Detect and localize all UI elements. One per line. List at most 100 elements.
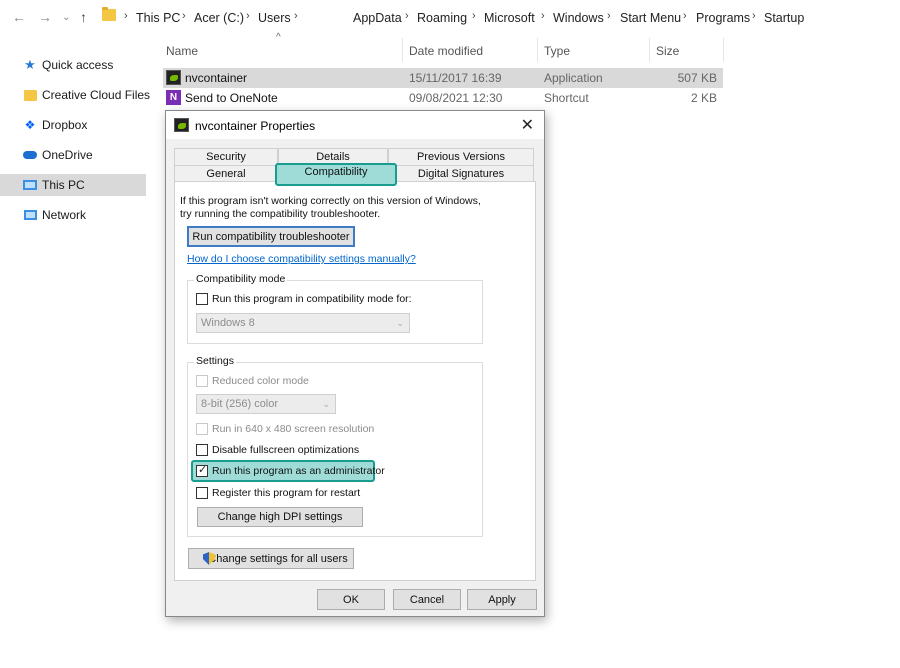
breadcrumb-roaming[interactable]: Roaming xyxy=(417,11,467,25)
select-value: 8-bit (256) color xyxy=(201,398,279,410)
color-depth-select[interactable]: 8-bit (256) color ⌄ xyxy=(196,394,336,414)
forward-arrow-icon[interactable]: → xyxy=(38,9,52,25)
breadcrumb-acer-c[interactable]: Acer (C:) xyxy=(194,11,244,25)
sidebar-item-this-pc[interactable]: This PC xyxy=(0,174,146,196)
sidebar-item-label: Dropbox xyxy=(42,118,88,132)
intro-text: If this program isn't working correctly … xyxy=(180,195,481,207)
column-divider[interactable] xyxy=(537,38,538,62)
tab-previous-versions[interactable]: Previous Versions xyxy=(388,148,534,165)
breadcrumb-startup[interactable]: Startup xyxy=(764,11,804,25)
register-restart-checkbox[interactable] xyxy=(196,487,208,499)
file-type: Shortcut xyxy=(544,91,589,105)
star-icon: ★ xyxy=(24,57,36,72)
close-icon[interactable]: ✕ xyxy=(521,115,534,135)
tab-general[interactable]: General xyxy=(174,165,278,182)
chevron-right-icon: › xyxy=(607,10,611,22)
file-name: Send to OneNote xyxy=(185,91,278,105)
run-troubleshooter-button[interactable]: Run compatibility troubleshooter xyxy=(187,226,355,247)
breadcrumb-appdata[interactable]: AppData xyxy=(353,11,402,25)
folder-icon xyxy=(102,7,116,21)
file-size: 507 KB xyxy=(677,71,717,85)
sidebar-item-dropbox[interactable]: ❖ Dropbox xyxy=(0,114,146,136)
file-date: 15/11/2017 16:39 xyxy=(409,71,502,85)
intro-text: try running the compatibility troublesho… xyxy=(180,208,381,220)
run-as-admin-checkbox[interactable] xyxy=(196,463,208,477)
column-header-size[interactable]: Size xyxy=(656,44,679,58)
breadcrumb-start-menu[interactable]: Start Menu xyxy=(620,11,681,25)
compatibility-mode-group: Compatibility mode Run this program in c… xyxy=(187,273,483,344)
properties-dialog: nvcontainer Properties ✕ Security Detail… xyxy=(165,110,545,617)
change-all-users-button[interactable]: Change settings for all users xyxy=(188,548,354,569)
chevron-right-icon: › xyxy=(405,10,409,22)
address-bar: ← → ⌄ ↑ › This PC › Acer (C:) › Users › … xyxy=(0,0,900,36)
onenote-icon: N xyxy=(166,90,181,105)
checkbox-label: Disable fullscreen optimizations xyxy=(212,444,360,456)
disable-fullscreen-checkbox[interactable] xyxy=(196,444,208,456)
dialog-title: nvcontainer Properties xyxy=(195,119,316,133)
file-row-send-to-onenote[interactable]: N Send to OneNote 09/08/2021 12:30 Short… xyxy=(163,88,723,108)
up-arrow-icon[interactable]: ↑ xyxy=(80,9,87,25)
tab-compatibility[interactable]: Compatibility xyxy=(275,163,397,186)
sidebar-item-creative-cloud[interactable]: Creative Cloud Files xyxy=(0,84,150,106)
breadcrumb-users[interactable]: Users xyxy=(258,11,291,25)
folder-icon xyxy=(23,88,37,102)
chevron-right-icon: › xyxy=(541,10,545,22)
file-name: nvcontainer xyxy=(185,71,248,85)
breadcrumb-this-pc[interactable]: This PC xyxy=(136,11,180,25)
checkbox-label: Run this program as an administrator xyxy=(212,465,385,477)
sidebar-item-onedrive[interactable]: OneDrive xyxy=(0,144,146,166)
reduced-color-checkbox[interactable] xyxy=(196,375,208,387)
file-size: 2 KB xyxy=(690,91,717,105)
column-header-name[interactable]: Name xyxy=(166,44,198,58)
chevron-right-icon: › xyxy=(182,10,186,22)
network-icon xyxy=(23,208,37,222)
sort-ascending-icon: ^ xyxy=(276,32,281,43)
tab-security[interactable]: Security xyxy=(174,148,278,165)
settings-group: Settings Reduced color mode 8-bit (256) … xyxy=(187,355,483,537)
button-label: Change settings for all users xyxy=(208,552,348,565)
select-value: Windows 8 xyxy=(201,317,255,329)
breadcrumb-windows[interactable]: Windows xyxy=(553,11,604,25)
chevron-right-icon: › xyxy=(124,10,128,22)
computer-icon xyxy=(23,178,37,192)
file-row-nvcontainer[interactable]: nvcontainer 15/11/2017 16:39 Application… xyxy=(163,68,723,88)
nvidia-app-icon xyxy=(174,118,189,132)
ok-button[interactable]: OK xyxy=(317,589,385,610)
group-label: Compatibility mode xyxy=(194,273,288,285)
chevron-right-icon: › xyxy=(472,10,476,22)
sidebar-item-label: Quick access xyxy=(42,58,114,72)
dialog-titlebar[interactable]: nvcontainer Properties ✕ xyxy=(166,111,544,139)
apply-button[interactable]: Apply xyxy=(467,589,537,610)
checkbox-label: Run this program in compatibility mode f… xyxy=(212,293,412,305)
sidebar-item-network[interactable]: Network xyxy=(0,204,146,226)
column-divider[interactable] xyxy=(649,38,650,62)
cancel-button[interactable]: Cancel xyxy=(393,589,461,610)
sidebar-item-label: Network xyxy=(42,208,87,222)
checkbox-label: Register this program for restart xyxy=(212,487,361,499)
chevron-down-icon: ⌄ xyxy=(396,318,404,328)
breadcrumb-programs[interactable]: Programs xyxy=(696,11,750,25)
sidebar-item-label: Creative Cloud Files xyxy=(42,88,151,102)
compatibility-panel: If this program isn't working correctly … xyxy=(174,181,536,581)
dropbox-icon: ❖ xyxy=(24,118,36,132)
cloud-icon xyxy=(23,148,37,162)
chevron-down-icon: ⌄ xyxy=(322,399,330,409)
help-link[interactable]: How do I choose compatibility settings m… xyxy=(187,253,416,265)
back-arrow-icon[interactable]: ← xyxy=(12,9,26,25)
column-header-type[interactable]: Type xyxy=(544,44,570,58)
tab-digital-signatures[interactable]: Digital Signatures xyxy=(388,165,534,182)
breadcrumb-microsoft[interactable]: Microsoft xyxy=(484,11,535,25)
column-divider[interactable] xyxy=(723,38,724,62)
change-dpi-button[interactable]: Change high DPI settings xyxy=(197,507,363,527)
checkbox-label: Reduced color mode xyxy=(212,375,309,387)
column-divider[interactable] xyxy=(402,38,403,62)
resolution-640-checkbox[interactable] xyxy=(196,423,208,435)
compat-mode-checkbox[interactable] xyxy=(196,293,208,305)
windows-version-select[interactable]: Windows 8 ⌄ xyxy=(196,313,410,333)
chevron-down-icon[interactable]: ⌄ xyxy=(62,12,70,23)
chevron-right-icon: › xyxy=(246,10,250,22)
file-date: 09/08/2021 12:30 xyxy=(409,91,503,105)
checkbox-label: Run in 640 x 480 screen resolution xyxy=(212,423,375,435)
sidebar-item-quick-access[interactable]: ★ Quick access xyxy=(0,54,146,76)
column-header-date-modified[interactable]: Date modified xyxy=(409,44,483,58)
